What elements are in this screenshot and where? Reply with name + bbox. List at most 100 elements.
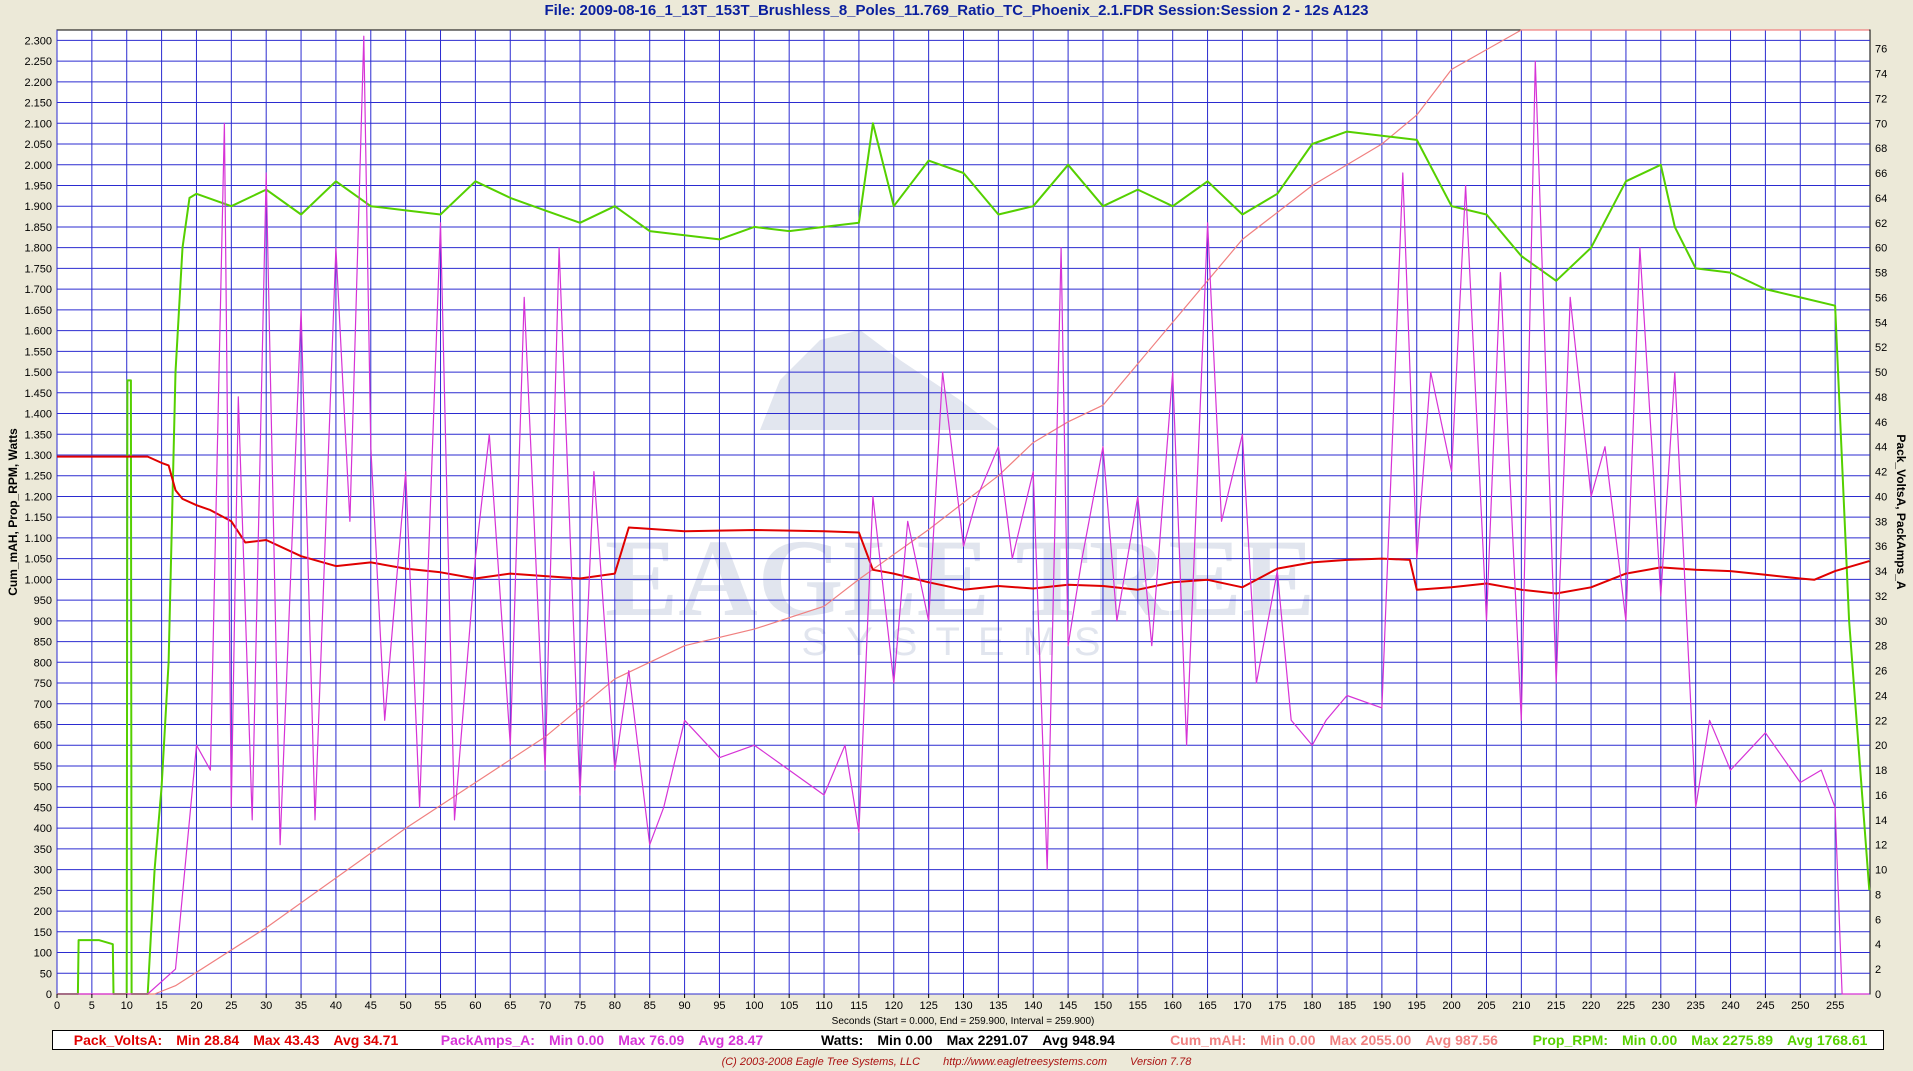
y-left-tick-label: 500 xyxy=(34,782,52,794)
y-left-tick-label: 1.300 xyxy=(24,450,52,462)
y-left-tick-label: 1.650 xyxy=(24,305,52,317)
y-left-tick-label: 2.250 xyxy=(24,56,52,68)
y-left-tick-label: 1.600 xyxy=(24,326,52,338)
stat-max: Max 76.09 xyxy=(618,1032,685,1048)
y-right-tick-label: 56 xyxy=(1875,292,1887,304)
x-tick-label: 50 xyxy=(400,1000,412,1012)
x-tick-label: 195 xyxy=(1408,1000,1426,1012)
y-left-tick-label: 100 xyxy=(34,948,52,960)
y-left-tick-label: 1.900 xyxy=(24,201,52,213)
y-left-tick-label: 150 xyxy=(34,927,52,939)
y-left-tick-label: 950 xyxy=(34,595,52,607)
y-right-tick-label: 30 xyxy=(1875,616,1887,628)
y-right-tick-label: 60 xyxy=(1875,243,1887,255)
y-left-tick-label: 1.250 xyxy=(24,471,52,483)
chart[interactable]: EAGLE TREE SYSTEMS 0 5 10 15 20 25 30 35 40 45 50 5… xyxy=(0,0,1913,1030)
y-right-tick-label: 6 xyxy=(1875,914,1881,926)
y-right-tick-label: 20 xyxy=(1875,740,1887,752)
y-left-tick-label: 700 xyxy=(34,699,52,711)
y-left-tick-label: 1.750 xyxy=(24,263,52,275)
stat-avg: Avg 34.71 xyxy=(333,1032,399,1048)
x-tick-label: 110 xyxy=(815,1000,833,1012)
y-left-tick-label: 1.400 xyxy=(24,409,52,421)
y-right-tick-label: 18 xyxy=(1875,765,1887,777)
y-left-tick-label: 1.850 xyxy=(24,222,52,234)
stats-cum-mah: Cum_mAH: Min 0.00 Max 2055.00 Avg 987.56 xyxy=(1151,1032,1517,1048)
x-tick-label: 5 xyxy=(89,1000,95,1012)
stat-name: Pack_VoltsA: xyxy=(73,1032,163,1048)
y-left-tick-label: 550 xyxy=(34,761,52,773)
y-right-tick-label: 72 xyxy=(1875,93,1887,105)
y-left-tick-label: 2.150 xyxy=(24,98,52,110)
y-left-tick-label: 400 xyxy=(34,823,52,835)
y-right-tick-label: 28 xyxy=(1875,641,1887,653)
x-tick-label: 20 xyxy=(190,1000,202,1012)
y-left-tick-label: 450 xyxy=(34,802,52,814)
y-right-tick-label: 62 xyxy=(1875,218,1887,230)
y-right-tick-label: 0 xyxy=(1875,989,1881,1001)
x-tick-label: 35 xyxy=(295,1000,307,1012)
stat-max: Max 2055.00 xyxy=(1329,1032,1412,1048)
y-axis-right-label: Pack_VoltsA, PackAmps_A xyxy=(1894,434,1908,590)
y-left-tick-label: 1.100 xyxy=(24,533,52,545)
stats-pack-amps: PackAmps_A: Min 0.00 Max 76.09 Avg 28.47 xyxy=(419,1032,785,1048)
stat-name: Prop_RPM: xyxy=(1532,1032,1609,1048)
footer: (C) 2003-2008 Eagle Tree Systems, LLC ht… xyxy=(0,1056,1913,1068)
y-right-tick-label: 64 xyxy=(1875,193,1887,205)
x-tick-label: 235 xyxy=(1686,1000,1704,1012)
y-right-tick-label: 68 xyxy=(1875,143,1887,155)
y-right-tick-label: 44 xyxy=(1875,442,1887,454)
y-left-tick-label: 2.300 xyxy=(24,35,52,47)
x-tick-label: 45 xyxy=(365,1000,377,1012)
x-tick-label: 55 xyxy=(434,1000,446,1012)
y-right-tick-label: 26 xyxy=(1875,666,1887,678)
y-left-tick-label: 350 xyxy=(34,844,52,856)
y-left-tick-label: 2.100 xyxy=(24,118,52,130)
x-tick-label: 230 xyxy=(1652,1000,1670,1012)
x-tick-label: 180 xyxy=(1303,1000,1321,1012)
x-tick-label: 140 xyxy=(1024,1000,1042,1012)
y-right-tick-label: 52 xyxy=(1875,342,1887,354)
x-tick-label: 150 xyxy=(1094,1000,1112,1012)
stats-prop-rpm: Prop_RPM: Min 0.00 Max 2275.89 Avg 1768.… xyxy=(1517,1032,1883,1048)
stat-min: Min 0.00 xyxy=(1260,1032,1316,1048)
y-left-tick-label: 1.950 xyxy=(24,180,52,192)
y-left-tick-label: 2.050 xyxy=(24,139,52,151)
y-right-tick-label: 76 xyxy=(1875,44,1887,56)
y-left-tick-label: 900 xyxy=(34,616,52,628)
y-left-tick-label: 800 xyxy=(34,657,52,669)
x-tick-label: 165 xyxy=(1198,1000,1216,1012)
x-tick-label: 250 xyxy=(1791,1000,1809,1012)
y-left-tick-label: 300 xyxy=(34,865,52,877)
y-left-tick-label: 2.200 xyxy=(24,77,52,89)
y-left-tick-label: 1.550 xyxy=(24,346,52,358)
stat-name: Cum_mAH: xyxy=(1170,1032,1247,1048)
website-link[interactable]: http://www.eagletreesystems.com xyxy=(943,1056,1107,1068)
x-tick-label: 155 xyxy=(1129,1000,1147,1012)
y-right-tick-label: 46 xyxy=(1875,417,1887,429)
stat-avg: Avg 987.56 xyxy=(1425,1032,1498,1048)
y-right-tick-label: 48 xyxy=(1875,392,1887,404)
x-tick-label: 125 xyxy=(919,1000,937,1012)
y-right-tick-label: 54 xyxy=(1875,317,1887,329)
y-left-tick-label: 1.150 xyxy=(24,512,52,524)
y-right-tick-label: 58 xyxy=(1875,268,1887,280)
y-right-tick-label: 50 xyxy=(1875,367,1887,379)
stats-watts: Watts: Min 0.00 Max 2291.07 Avg 948.94 xyxy=(785,1032,1151,1048)
y-right-tick-label: 22 xyxy=(1875,715,1887,727)
y-right-tick-label: 2 xyxy=(1875,964,1881,976)
x-tick-label: 200 xyxy=(1442,1000,1460,1012)
stat-avg: Avg 28.47 xyxy=(698,1032,764,1048)
y-left-tick-label: 1.200 xyxy=(24,491,52,503)
x-tick-label: 25 xyxy=(225,1000,237,1012)
y-left-tick-label: 750 xyxy=(34,678,52,690)
x-tick-label: 190 xyxy=(1373,1000,1391,1012)
y-right-tick-label: 32 xyxy=(1875,591,1887,603)
y-axis-right: 0246810121416182022242628303234363840424… xyxy=(1875,44,1887,1001)
stat-min: Min 0.00 xyxy=(1622,1032,1678,1048)
y-left-tick-label: 1.350 xyxy=(24,429,52,441)
x-tick-label: 40 xyxy=(330,1000,342,1012)
version-text: Version 7.78 xyxy=(1130,1056,1192,1068)
y-right-tick-label: 10 xyxy=(1875,865,1887,877)
x-axis: 0 5 10 15 20 25 30 35 40 45 50 55 60 65 70 75 80 85 90 95 10… xyxy=(54,994,1844,1012)
